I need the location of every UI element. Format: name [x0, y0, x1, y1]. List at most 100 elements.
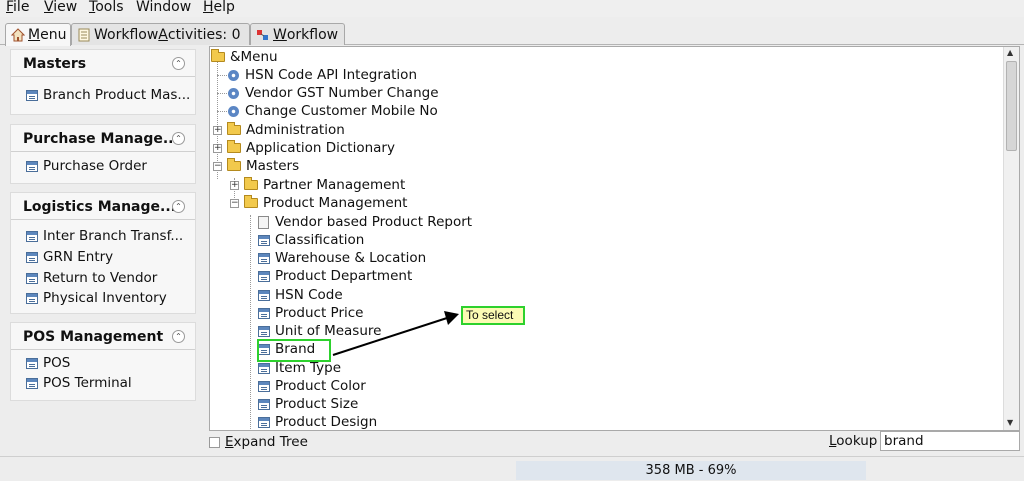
tree-node-folder[interactable]: Administration: [227, 121, 345, 139]
favorite-item[interactable]: Return to Vendor: [26, 270, 157, 286]
tree-node-root[interactable]: &Menu: [211, 48, 278, 66]
tab-bar: Menu Workflow Activities: 0 Workflow: [0, 21, 1024, 46]
menu-file[interactable]: File: [6, 0, 29, 15]
tree-node[interactable]: HSN Code: [258, 286, 343, 304]
tree-node-folder[interactable]: Product Management: [244, 194, 407, 212]
folder-open-icon: [244, 195, 258, 208]
tab-workflow-activities[interactable]: Workflow Activities: 0: [71, 23, 250, 45]
window-icon: [26, 292, 38, 304]
collapse-icon[interactable]: −: [213, 162, 222, 171]
section-title: Masters: [23, 56, 87, 72]
tree-node[interactable]: Unit of Measure: [258, 322, 381, 340]
section-logistics-management: Logistics Manage... ⌃ Inter Branch Trans…: [10, 192, 196, 314]
collapse-icon[interactable]: −: [230, 199, 239, 208]
process-icon: [228, 105, 239, 117]
favorite-item[interactable]: POS Terminal: [26, 375, 132, 391]
window-icon: [258, 234, 270, 246]
section-title: Purchase Manage...: [23, 131, 179, 147]
window-icon: [258, 325, 270, 337]
status-bar: 358 MB - 69%: [0, 456, 1024, 481]
window-icon: [258, 289, 270, 301]
tree-node[interactable]: Warehouse & Location: [258, 249, 426, 267]
window-icon: [258, 380, 270, 392]
tree-node[interactable]: Change Customer Mobile No: [228, 102, 438, 120]
favorite-item[interactable]: Physical Inventory: [26, 290, 167, 306]
scroll-down-icon[interactable]: ▼: [1007, 418, 1013, 427]
section-header[interactable]: Masters ⌃: [11, 50, 195, 77]
tree-connector: [217, 93, 227, 94]
tab-workflow[interactable]: Workflow: [250, 23, 345, 45]
expand-icon[interactable]: +: [230, 181, 239, 190]
tree-node[interactable]: Vendor GST Number Change: [228, 84, 439, 102]
section-purchase-management: Purchase Manage... ⌃ Purchase Order: [10, 124, 196, 184]
tree-connector: [217, 75, 227, 76]
tree-node[interactable]: HSN Code API Integration: [228, 66, 417, 84]
section-header[interactable]: POS Management ⌃: [11, 323, 195, 350]
favorite-item[interactable]: Inter Branch Transf...: [26, 228, 183, 244]
expand-icon[interactable]: +: [213, 144, 222, 153]
tree-node-folder[interactable]: Masters: [227, 157, 299, 175]
workflow-icon: [257, 29, 268, 40]
tree-node[interactable]: Product Department: [258, 267, 412, 285]
expand-tree-toggle[interactable]: Expand Tree: [209, 433, 308, 451]
favorite-item[interactable]: Purchase Order: [26, 158, 147, 174]
window-icon: [258, 270, 270, 282]
brand-highlight-box: [257, 339, 331, 362]
favorite-item[interactable]: POS: [26, 355, 70, 371]
window-icon: [258, 416, 270, 428]
tree-node[interactable]: Product Design: [258, 413, 377, 430]
menu-tools[interactable]: Tools: [89, 0, 124, 15]
window-icon: [258, 307, 270, 319]
folder-icon: [227, 140, 241, 153]
expand-tree-checkbox[interactable]: [209, 436, 220, 448]
home-icon: [11, 28, 25, 42]
window-icon: [258, 362, 270, 374]
report-icon: [258, 215, 269, 229]
folder-icon: [227, 122, 241, 135]
window-icon: [26, 357, 38, 369]
favorites-panel: Masters ⌃ Branch Product Mas... Purchase…: [10, 49, 203, 452]
tree-node[interactable]: Product Price: [258, 304, 363, 322]
tree-node-folder[interactable]: Partner Management: [244, 176, 405, 194]
folder-open-icon: [227, 158, 241, 171]
memory-indicator[interactable]: 358 MB - 69%: [516, 461, 866, 480]
menu-window[interactable]: Window: [136, 0, 191, 15]
activities-icon: [78, 28, 90, 41]
annotation-callout: To select: [461, 306, 525, 325]
favorite-item[interactable]: Branch Product Mas...: [26, 87, 190, 103]
tree-node[interactable]: Product Size: [258, 395, 358, 413]
tree-node[interactable]: Vendor based Product Report: [258, 213, 472, 231]
tree-scrollbar[interactable]: ▲ ▼: [1003, 47, 1019, 430]
menu-view[interactable]: View: [44, 0, 77, 15]
section-title: Logistics Manage...: [23, 199, 176, 215]
section-header[interactable]: Logistics Manage... ⌃: [11, 193, 195, 220]
menubar: File View Tools Window Help: [0, 0, 1024, 17]
collapse-icon[interactable]: ⌃: [172, 200, 185, 213]
collapse-icon[interactable]: ⌃: [172, 57, 185, 70]
window-icon: [258, 252, 270, 264]
window-icon: [26, 251, 38, 263]
collapse-icon[interactable]: ⌃: [172, 132, 185, 145]
window-icon: [26, 272, 38, 284]
collapse-icon[interactable]: ⌃: [172, 330, 185, 343]
tree-node-folder[interactable]: Application Dictionary: [227, 139, 395, 157]
process-icon: [228, 87, 239, 99]
menu-tree: &Menu HSN Code API Integration Vendor GS…: [209, 46, 1020, 431]
section-masters: Masters ⌃ Branch Product Mas...: [10, 49, 196, 115]
lookup-label: Lookup: [829, 433, 878, 449]
window-icon: [26, 377, 38, 389]
expand-icon[interactable]: +: [213, 126, 222, 135]
window-icon: [26, 160, 38, 172]
scroll-up-icon[interactable]: ▲: [1007, 48, 1013, 57]
tab-menu[interactable]: Menu: [5, 23, 71, 46]
lookup-input[interactable]: [880, 431, 1020, 451]
window-icon: [258, 398, 270, 410]
section-header[interactable]: Purchase Manage... ⌃: [11, 125, 195, 152]
scroll-thumb[interactable]: [1006, 61, 1017, 151]
tree-node[interactable]: Classification: [258, 231, 364, 249]
tree-node[interactable]: Product Color: [258, 377, 366, 395]
window-icon: [26, 230, 38, 242]
section-pos-management: POS Management ⌃ POS POS Terminal: [10, 322, 196, 401]
favorite-item[interactable]: GRN Entry: [26, 249, 113, 265]
menu-help[interactable]: Help: [203, 0, 235, 15]
